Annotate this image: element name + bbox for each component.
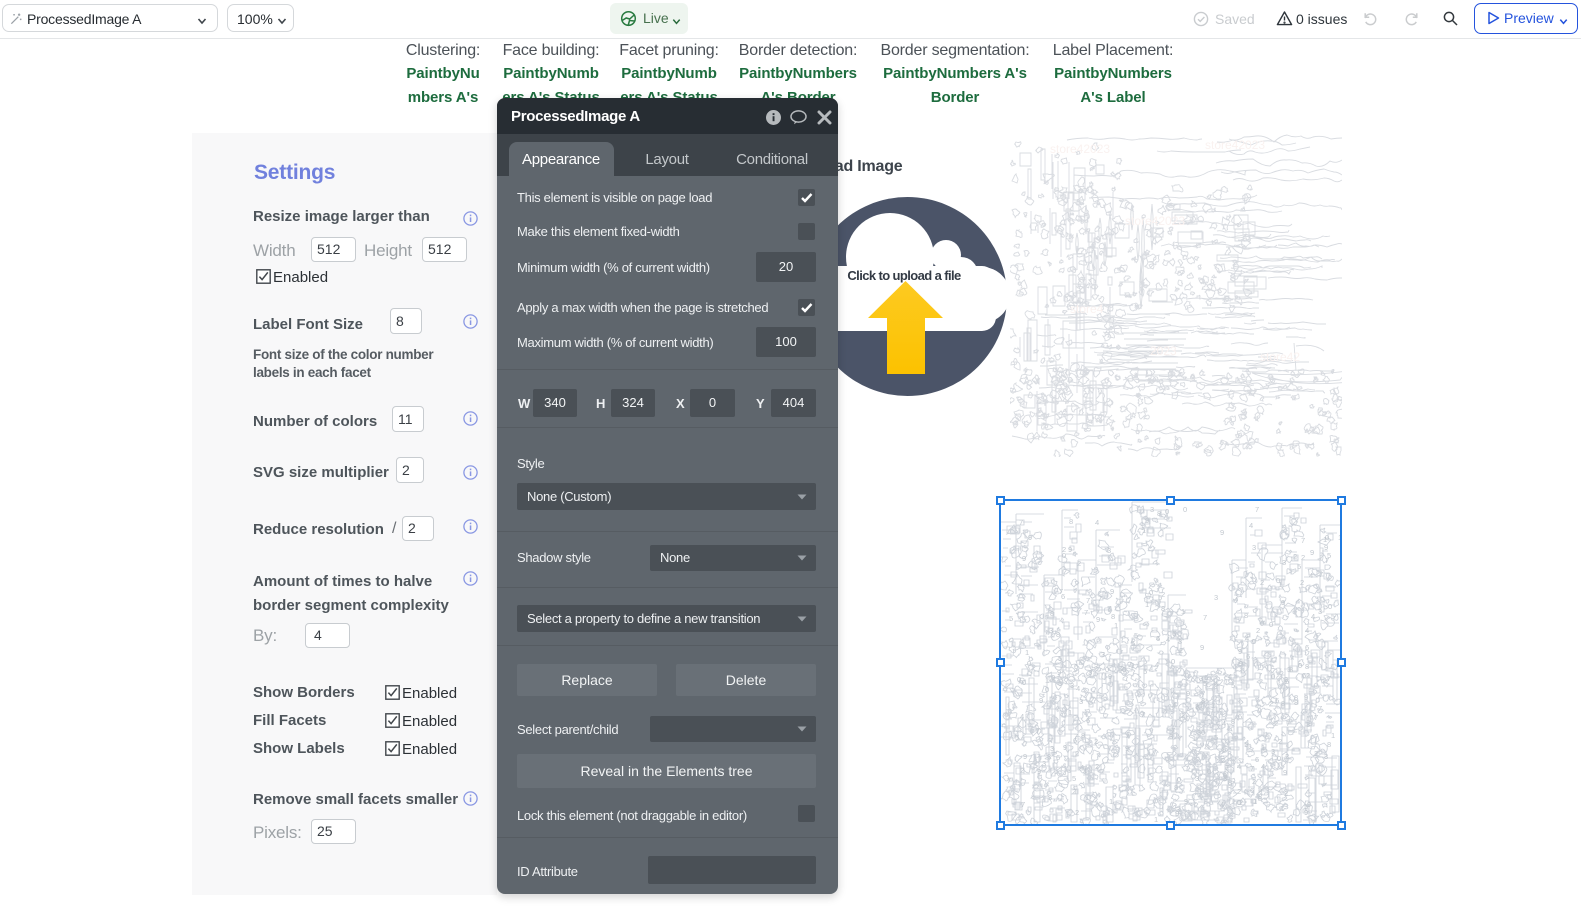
svg-text:store42: store42 [1260, 350, 1300, 364]
svg-text:store4: store4 [1070, 302, 1104, 316]
svg-text:store42023: store42023 [1205, 138, 1265, 152]
svg-text:2023: 2023 [1150, 344, 1177, 358]
svg-text:store42023: store42023 [1050, 142, 1110, 156]
svg-text:store42023: store42023 [1125, 214, 1185, 228]
